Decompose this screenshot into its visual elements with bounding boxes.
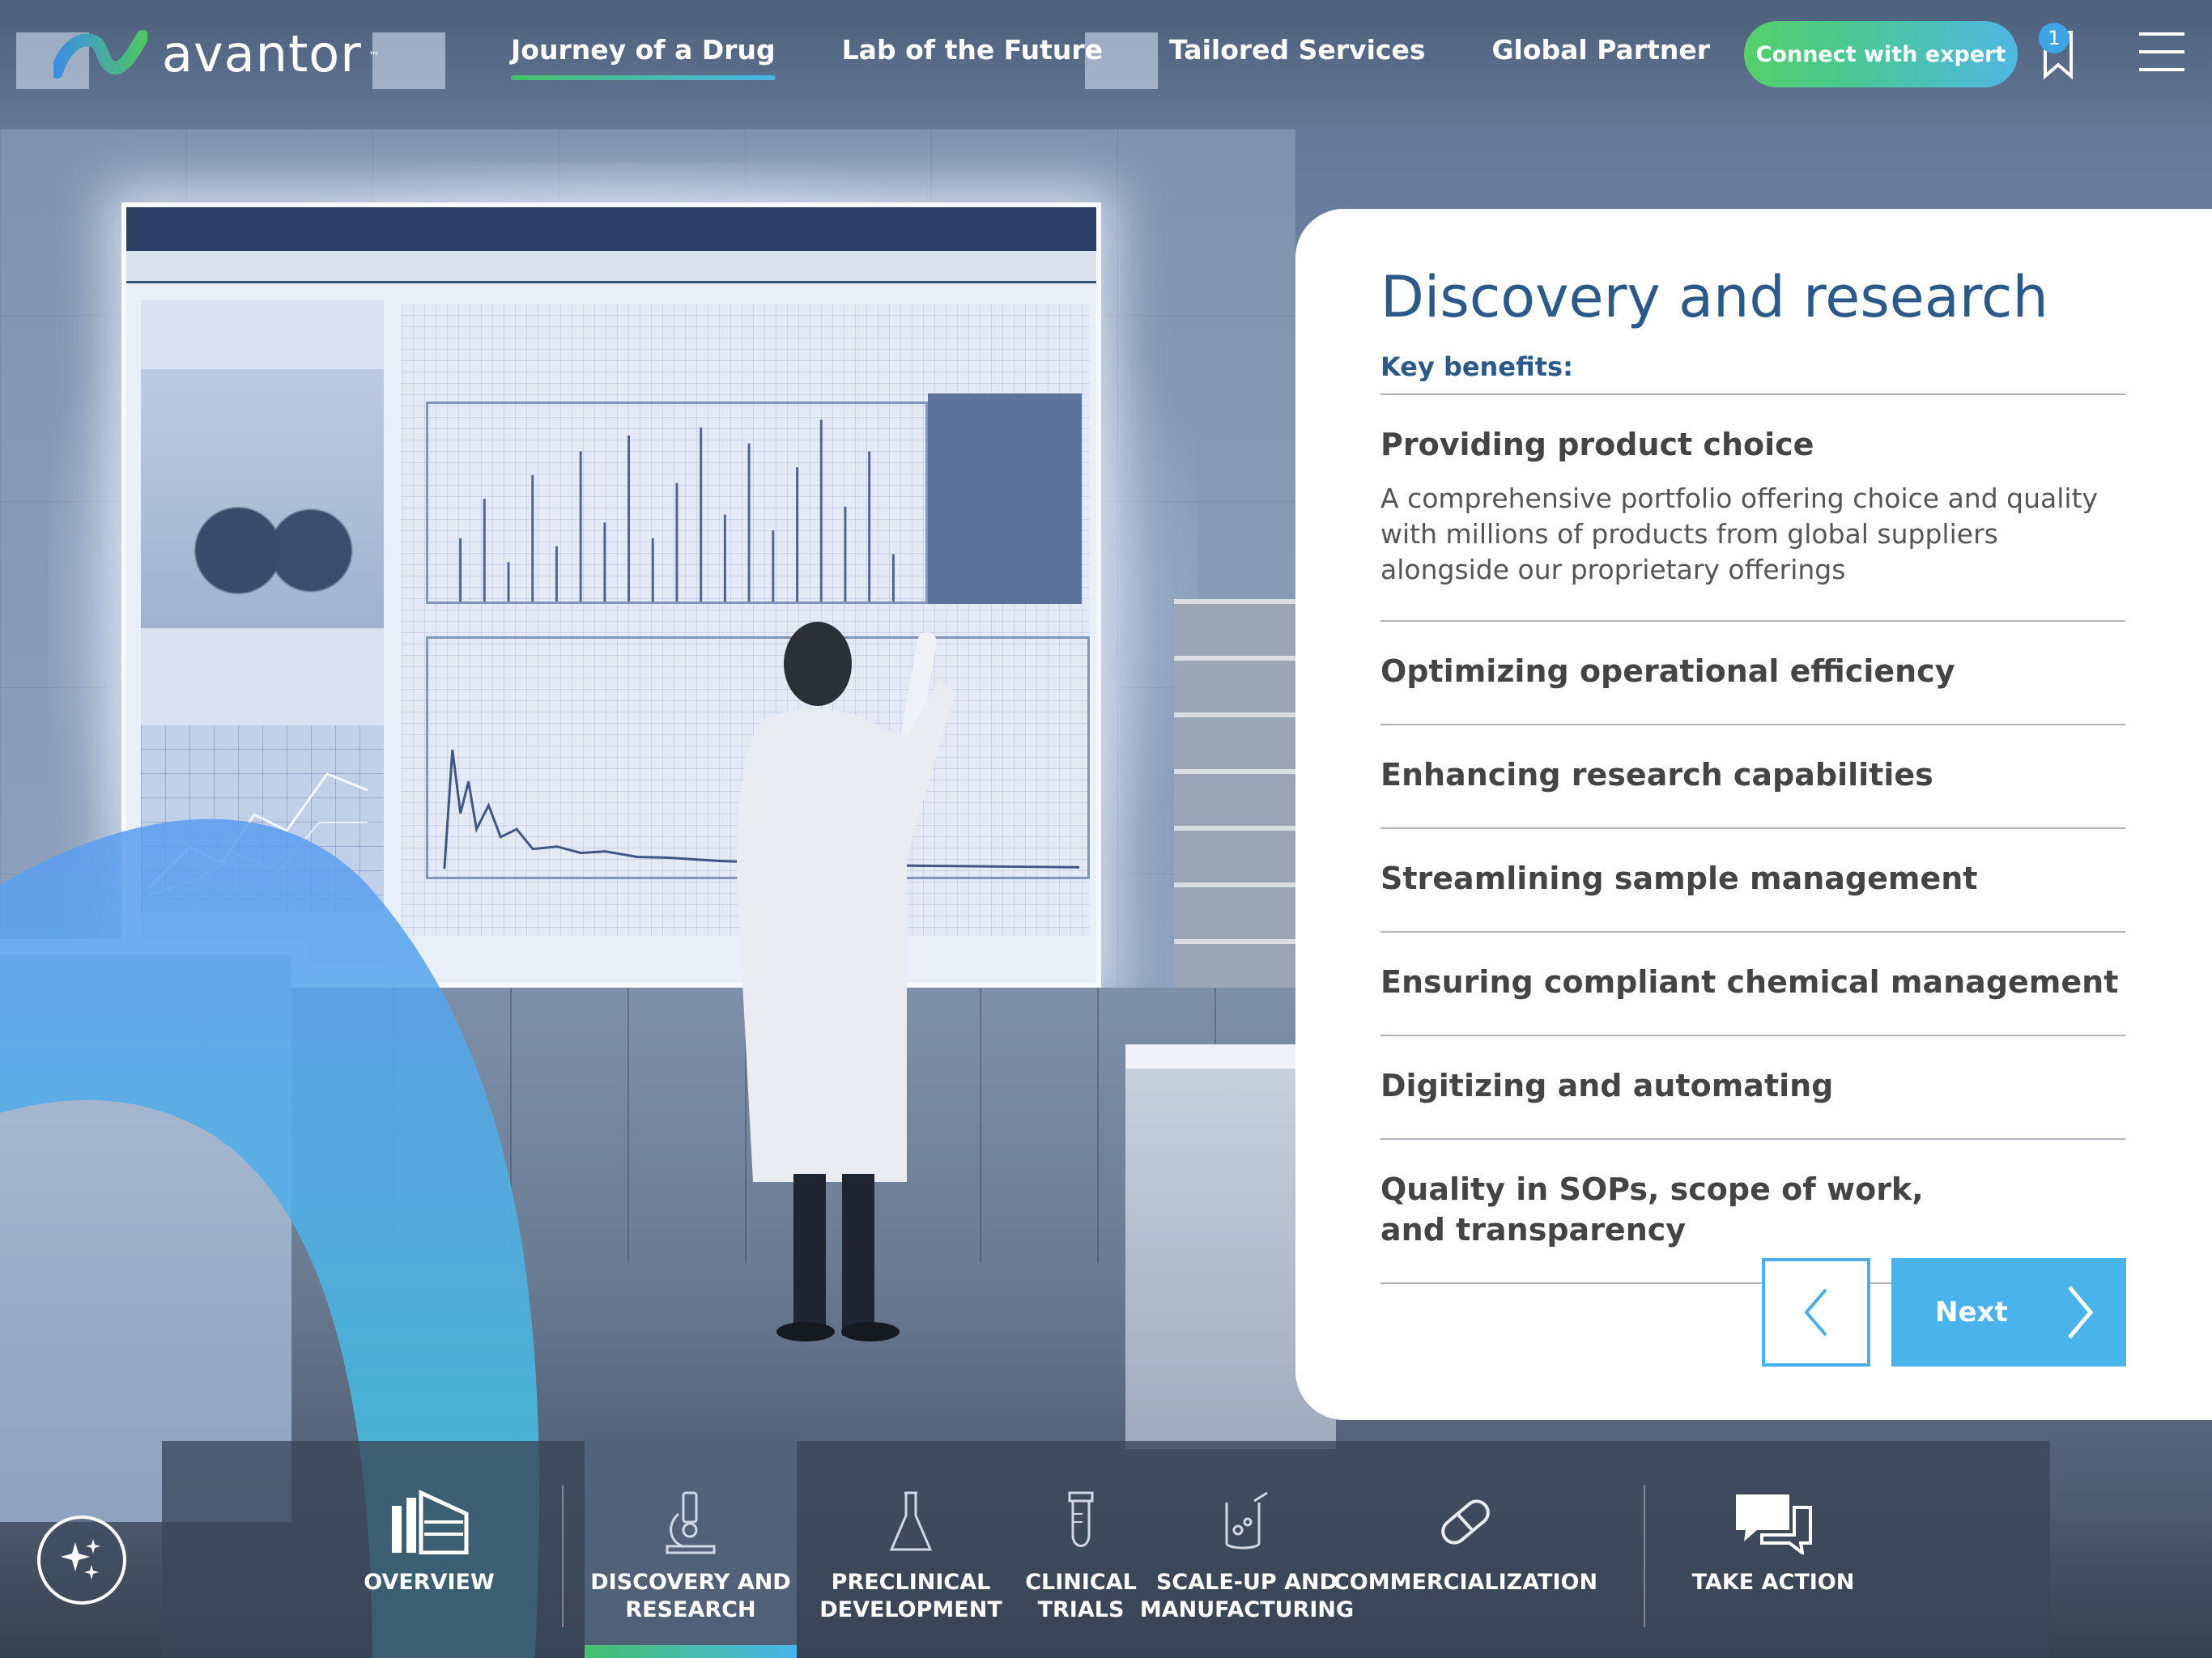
pill-icon xyxy=(1421,1485,1510,1559)
key-benefits-label: Key benefits: xyxy=(1380,351,1573,382)
nav-tailored-services[interactable]: Tailored Services xyxy=(1169,34,1425,80)
tab-label: CLINICAL TRIALS xyxy=(1025,1570,1137,1622)
screen-titlebar xyxy=(126,207,1096,251)
nav-global-partner[interactable]: Global Partner xyxy=(1491,34,1710,80)
tab-discovery-and-research[interactable]: DISCOVERY AND RESEARCH xyxy=(585,1441,797,1658)
divider xyxy=(562,1485,564,1627)
sparkle-icon xyxy=(61,1539,100,1579)
screen-toolbar xyxy=(126,251,1096,283)
benefit-title[interactable]: Streamlining sample management xyxy=(1380,858,2125,899)
previous-button[interactable] xyxy=(1762,1258,1870,1367)
tab-take-action[interactable]: TAKE ACTION xyxy=(1668,1441,1878,1658)
microscope-icon xyxy=(646,1485,735,1559)
tab-preclinical-development[interactable]: PRECLINICAL DEVELOPMENT xyxy=(810,1441,1012,1658)
benefit-item[interactable]: Streamlining sample management xyxy=(1380,827,2125,931)
screen-spectrum-top xyxy=(426,402,928,604)
tab-label: TAKE ACTION xyxy=(1691,1570,1855,1595)
benefit-title[interactable]: Digitizing and automating xyxy=(1380,1065,2125,1106)
benefit-title[interactable]: Optimizing operational efficiency xyxy=(1380,651,2125,691)
next-button[interactable]: Next xyxy=(1891,1258,2126,1367)
benefit-item[interactable]: Digitizing and automating xyxy=(1380,1035,2125,1138)
tab-commercialization[interactable]: COMMERCIALIZATION xyxy=(1334,1441,1597,1658)
benefit-title[interactable]: Enhancing research capabilities xyxy=(1380,755,2125,795)
benefit-title[interactable]: Providing product choice xyxy=(1380,424,2125,465)
connect-with-expert-button[interactable]: Connect with expert xyxy=(1744,21,2018,87)
journey-stage-tabs: OVERVIEW DISCOVERY AND RESEARCH PRECLINI… xyxy=(162,1441,2050,1658)
avantor-logo[interactable]: avantor ™ xyxy=(53,24,380,83)
building-icon xyxy=(385,1485,474,1559)
chevron-right-icon xyxy=(2068,1286,2094,1339)
benefit-item[interactable]: Providing product choice A comprehensive… xyxy=(1380,393,2125,620)
tab-clinical-trials[interactable]: CLINICAL TRIALS xyxy=(1012,1441,1150,1658)
benefits-accordion: Providing product choice A comprehensive… xyxy=(1380,393,2125,1284)
tab-label: COMMERCIALIZATION xyxy=(1333,1570,1598,1595)
tab-label: PRECLINICAL DEVELOPMENT xyxy=(819,1570,1002,1622)
benefit-title[interactable]: Ensuring compliant chemical management xyxy=(1380,962,2125,1002)
avantor-logo-icon xyxy=(53,29,147,79)
beaker-icon xyxy=(1202,1485,1291,1559)
content-card: Discovery and research Key benefits: Pro… xyxy=(1295,209,2212,1420)
scientist-figure xyxy=(737,622,955,1341)
next-button-label: Next xyxy=(1935,1296,2008,1329)
test-tube-icon xyxy=(1036,1485,1125,1559)
tab-label: DISCOVERY AND RESEARCH xyxy=(590,1570,791,1622)
benefit-title[interactable]: Quality in SOPs, scope of work, and tran… xyxy=(1380,1169,1963,1250)
site-header: avantor ™ Journey of a Drug Lab of the F… xyxy=(0,0,2212,113)
menu-icon[interactable] xyxy=(2139,32,2184,73)
bookmark-count-badge: 1 xyxy=(2039,23,2069,53)
tab-scale-up-and-manufacturing[interactable]: SCALE-UP AND MANUFACTURING xyxy=(1140,1441,1354,1658)
benefit-item[interactable]: Enhancing research capabilities xyxy=(1380,724,2125,827)
lab-shelf xyxy=(1174,599,1295,1052)
main-navigation: Journey of a Drug Lab of the Future Tail… xyxy=(511,34,1710,80)
benefit-description: A comprehensive portfolio offering choic… xyxy=(1380,483,2099,585)
nav-lab-of-the-future[interactable]: Lab of the Future xyxy=(842,34,1103,80)
screen-side-panel xyxy=(928,393,1082,604)
chevron-left-icon xyxy=(1804,1288,1827,1337)
tab-overview[interactable]: OVERVIEW xyxy=(340,1441,518,1658)
tab-label: OVERVIEW xyxy=(364,1570,495,1595)
card-title: Discovery and research xyxy=(1380,264,2048,330)
benefit-item[interactable]: Ensuring compliant chemical management xyxy=(1380,931,2125,1035)
brand-name: avantor xyxy=(162,24,362,83)
divider xyxy=(1644,1485,1645,1627)
benefit-item[interactable]: Optimizing operational efficiency xyxy=(1380,620,2125,724)
screen-thumbnail-image xyxy=(141,369,384,628)
tab-label: SCALE-UP AND MANUFACTURING xyxy=(1139,1570,1355,1622)
ai-assistant-button[interactable] xyxy=(37,1516,126,1605)
flask-icon xyxy=(866,1485,955,1559)
brand-trademark: ™ xyxy=(368,49,380,63)
chat-icon xyxy=(1729,1485,1818,1559)
nav-journey-of-a-drug[interactable]: Journey of a Drug xyxy=(511,34,776,80)
